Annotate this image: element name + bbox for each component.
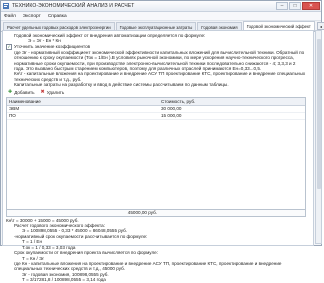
table-total-row: 45000,00 руб. <box>7 208 305 216</box>
refine-coefficients-label: Уточнить значение коэффициентов <box>14 43 91 49</box>
delete-button[interactable]: ✖ Удалить <box>41 89 65 95</box>
close-button[interactable]: ✕ <box>302 2 320 10</box>
vertical-scrollbar[interactable] <box>315 30 322 244</box>
window-controls: – □ ✕ <box>276 1 321 11</box>
report-body: Годовой экономический эффект от внедрени… <box>6 33 306 283</box>
app-icon <box>3 3 9 9</box>
table-toolbar: ✚ Добавить ✖ Удалить <box>8 89 306 96</box>
cell-name[interactable]: ЭВМ <box>7 106 159 111</box>
refine-coefficients-checkbox[interactable]: ✓ <box>6 43 12 50</box>
explanation-en: где Эг - нормативный коэффициент экономи… <box>14 49 305 72</box>
table-row[interactable]: ПО 15 000,00 <box>7 113 305 120</box>
scrollbar-thumb[interactable] <box>317 39 321 189</box>
maximize-button[interactable]: □ <box>289 2 301 10</box>
table-total: 45000,00 руб. <box>127 210 157 216</box>
title-bar: ТЕХНИКО-ЭКОНОМИЧЕСКИЙ АНАЛИЗ И РАСЧЕТ – … <box>1 1 321 12</box>
delete-button-label: Удалить <box>46 89 65 95</box>
minimize-button[interactable]: – <box>276 2 288 10</box>
calculation-results: Кн\т = 30000 + 15000 = 45000 руб. Расчет… <box>6 218 306 283</box>
tab-content: Годовой экономический эффект от внедрени… <box>2 30 314 282</box>
cell-cost[interactable]: 15 000,00 <box>159 113 181 118</box>
add-button-label: Добавить <box>14 89 35 95</box>
table-body: ЭВМ 30 000,00 ПО 15 000,00 <box>7 105 305 209</box>
add-button[interactable]: ✚ Добавить <box>8 89 35 95</box>
plus-icon: ✚ <box>8 89 13 96</box>
result-line: где Кн - капитальные вложения на проекти… <box>14 260 282 272</box>
column-header-name[interactable]: Наименование <box>7 99 159 104</box>
menu-file[interactable]: Файл <box>4 14 16 19</box>
table-header: Наименование Стоимость, руб. <box>7 97 305 106</box>
tab-scroll-left-icon[interactable]: ◂ <box>316 22 324 30</box>
explanation-table: Капитальные затраты на разработку и ввод… <box>14 82 229 88</box>
delete-icon: ✖ <box>40 89 45 96</box>
column-header-cost[interactable]: Стоимость, руб. <box>159 99 195 104</box>
explanation-kn: Кн\т - капитальные вложения на проектиро… <box>14 71 306 82</box>
window-title: ТЕХНИКО-ЭКОНОМИЧЕСКИЙ АНАЛИЗ И РАСЧЕТ <box>12 3 135 9</box>
menu-bar: Файл Экспорт Справка <box>1 12 321 21</box>
cell-name[interactable]: ПО <box>7 113 159 118</box>
table-row[interactable]: ЭВМ 30 000,00 <box>7 106 305 113</box>
menu-export[interactable]: Экспорт <box>23 14 41 19</box>
menu-help[interactable]: Справка <box>48 14 67 19</box>
result-line: Т = 3/17281,8 / 100898,0555 = 3,14 года <box>22 277 106 283</box>
cell-cost[interactable]: 30 000,00 <box>159 106 181 111</box>
capital-costs-table: Наименование Стоимость, руб. ЭВМ 30 000,… <box>6 96 306 217</box>
